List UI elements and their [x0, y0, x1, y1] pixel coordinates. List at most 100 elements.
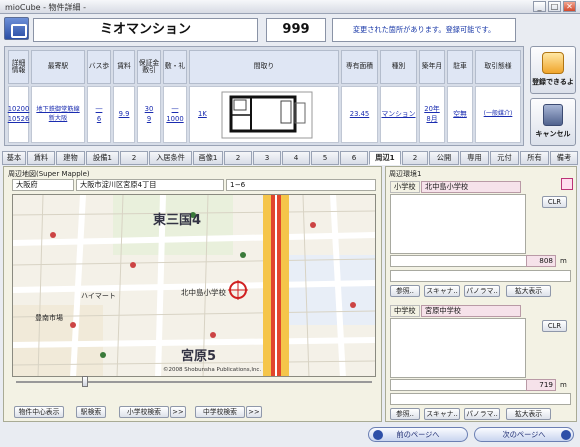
header-built: 築年月: [419, 50, 445, 84]
environment-panel: 周辺環境1 小学校 北中島小学校 CLR 808 m 参照.. スキャナ.. パ…: [385, 166, 577, 422]
tab-gazo5[interactable]: 5: [311, 151, 339, 165]
cell-area-link[interactable]: 23.45: [341, 86, 378, 143]
header-area: 専有面積: [341, 50, 378, 84]
tab-setsubi1[interactable]: 設備1: [86, 151, 119, 165]
elementary-distance-unit: m: [560, 257, 567, 265]
cell-type-link[interactable]: マンション: [380, 86, 417, 143]
madori-text[interactable]: 1K: [198, 110, 207, 119]
cell-shiki-link[interactable]: ― 1000: [163, 86, 187, 143]
image-icon[interactable]: [561, 178, 573, 190]
header-bus: バス歩: [87, 50, 111, 84]
jhs-ref-button[interactable]: 参照..: [390, 408, 420, 420]
elementary-image-area[interactable]: [390, 194, 526, 254]
address-field[interactable]: 大阪市淀川区宮原4丁目: [76, 179, 224, 191]
elementary-zoom-button[interactable]: 拡大表示: [506, 285, 551, 297]
tab-gazo3[interactable]: 3: [253, 151, 281, 165]
cell-station-link[interactable]: 地下鉄御堂筋線 新大阪: [31, 86, 85, 143]
cell-rent-link[interactable]: 9.9: [113, 86, 135, 143]
pref-field[interactable]: 大阪府: [12, 179, 74, 191]
jhs-pano-button[interactable]: パノラマ..: [464, 408, 500, 420]
register-button[interactable]: 登録できるよ: [530, 46, 576, 94]
map-label-school: 北中島小学校: [181, 288, 226, 297]
tab-kokai[interactable]: 公開: [429, 151, 459, 165]
next-page-button[interactable]: 次のページへ: [474, 427, 574, 442]
tab-biko[interactable]: 備考: [550, 151, 578, 165]
cell-parking-link[interactable]: 空無: [447, 86, 473, 143]
jhs-clr-button[interactable]: CLR: [542, 320, 567, 332]
jhs-distance-field[interactable]: 719: [526, 379, 556, 391]
cell-bus-link[interactable]: ― 6: [87, 86, 111, 143]
prev-arrow-icon: [373, 430, 383, 440]
close-button[interactable]: ✕: [563, 1, 576, 12]
cell-built-link[interactable]: 20年 8月: [419, 86, 445, 143]
tab-motozuke[interactable]: 元付: [490, 151, 519, 165]
minimize-button[interactable]: _: [533, 1, 546, 12]
map-label-shop: ハイマート: [81, 292, 116, 300]
property-center-button[interactable]: 物件中心表示: [14, 406, 64, 418]
next-page-label: 次のページへ: [502, 430, 546, 439]
jhs-search-button[interactable]: 中学校検索: [195, 406, 245, 418]
elementary-distance-field[interactable]: 808: [526, 255, 556, 267]
header-deposit: 保証金敷引: [137, 50, 161, 84]
property-number-field[interactable]: 999: [266, 18, 326, 42]
title-bar: mioCube - 物件詳細 - _ □ ✕: [0, 0, 580, 14]
header-detail: 詳細情報: [8, 50, 29, 84]
elementary-search-button[interactable]: 小学校検索: [119, 406, 169, 418]
tab-nyukyo[interactable]: 入居条件: [149, 151, 192, 165]
header-shiki: 敷・礼: [163, 50, 187, 84]
tab-gazo4[interactable]: 4: [282, 151, 310, 165]
header-rent: 賃料: [113, 50, 135, 84]
elementary-pano-button[interactable]: パノラマ..: [464, 285, 500, 297]
tab-gazo6[interactable]: 6: [340, 151, 368, 165]
tab-setsubi2[interactable]: 2: [120, 151, 148, 165]
zoom-slider-thumb[interactable]: [82, 376, 88, 387]
cell-madori[interactable]: 1K: [189, 86, 339, 143]
tab-shuhen1[interactable]: 周辺1: [369, 151, 401, 165]
elementary-ref-button[interactable]: 参照..: [390, 285, 420, 297]
app-logo: [4, 17, 29, 40]
cell-torihiki-link[interactable]: (一般媒介): [475, 86, 521, 143]
jhs-scan-button[interactable]: スキャナ..: [424, 408, 460, 420]
cell-deposit-link[interactable]: 30 9: [137, 86, 161, 143]
jhs-zoom-button[interactable]: 拡大表示: [506, 408, 551, 420]
station-search-button[interactable]: 駅検索: [76, 406, 106, 418]
elementary-next-button[interactable]: >>: [170, 406, 186, 418]
floorplan-image: [221, 91, 313, 138]
jhs-image-area[interactable]: [390, 318, 526, 378]
chome-field[interactable]: 1−6: [226, 179, 376, 191]
jhs-next-button[interactable]: >>: [246, 406, 262, 418]
tab-chinryo[interactable]: 賃料: [27, 151, 55, 165]
prev-page-button[interactable]: 前のページへ: [368, 427, 468, 442]
tab-kihon[interactable]: 基本: [2, 151, 26, 165]
map-label-area1: 東三国4: [153, 213, 202, 228]
elementary-clr-button[interactable]: CLR: [542, 196, 567, 208]
elementary-scan-button[interactable]: スキャナ..: [424, 285, 460, 297]
maximize-button[interactable]: □: [548, 1, 561, 12]
cell-detail-link[interactable]: 10200 10526: [8, 86, 29, 143]
register-icon: [542, 52, 564, 74]
tab-gazo2[interactable]: 2: [224, 151, 252, 165]
jhs-label: 中学校: [390, 305, 420, 317]
cancel-icon: [543, 104, 563, 126]
tab-gazo1[interactable]: 画像1: [193, 151, 223, 165]
tab-shuhen2[interactable]: 2: [402, 151, 428, 165]
elementary-comment-field[interactable]: [390, 270, 571, 282]
tab-tatemono[interactable]: 建物: [56, 151, 85, 165]
elementary-name-field[interactable]: 北中島小学校: [421, 181, 521, 193]
tab-bar: 基本 賃料 建物 設備1 2 入居条件 画像1 2 3 4 5 6 周辺1 2 …: [2, 151, 578, 165]
map-panel: 周辺地図(Super Mapple) 大阪府 大阪市淀川区宮原4丁目 1−6 東…: [3, 166, 382, 422]
cancel-button[interactable]: キャンセル: [530, 98, 576, 146]
env-panel-title: 周辺環境1: [389, 170, 422, 178]
cancel-label: キャンセル: [535, 130, 571, 138]
jhs-comment-field[interactable]: [390, 393, 571, 405]
zoom-slider-track[interactable]: [16, 381, 372, 383]
header-madori: 間取り: [189, 50, 339, 84]
status-message: 変更された箇所があります。登録可能です。: [332, 18, 516, 42]
tab-senyo[interactable]: 専用: [460, 151, 489, 165]
register-label: 登録できるよ: [532, 78, 574, 86]
map-view[interactable]: 東三国4 宮原5 北中島小学校 ハイマート 豊南市場 ©2008 Shobuns…: [12, 194, 376, 377]
jhs-name-field[interactable]: 宮原中学校: [421, 305, 521, 317]
map-label-area2: 宮原5: [181, 349, 217, 364]
tab-shoyu[interactable]: 所有: [520, 151, 549, 165]
building-name-field[interactable]: ミオマンション: [33, 18, 258, 42]
